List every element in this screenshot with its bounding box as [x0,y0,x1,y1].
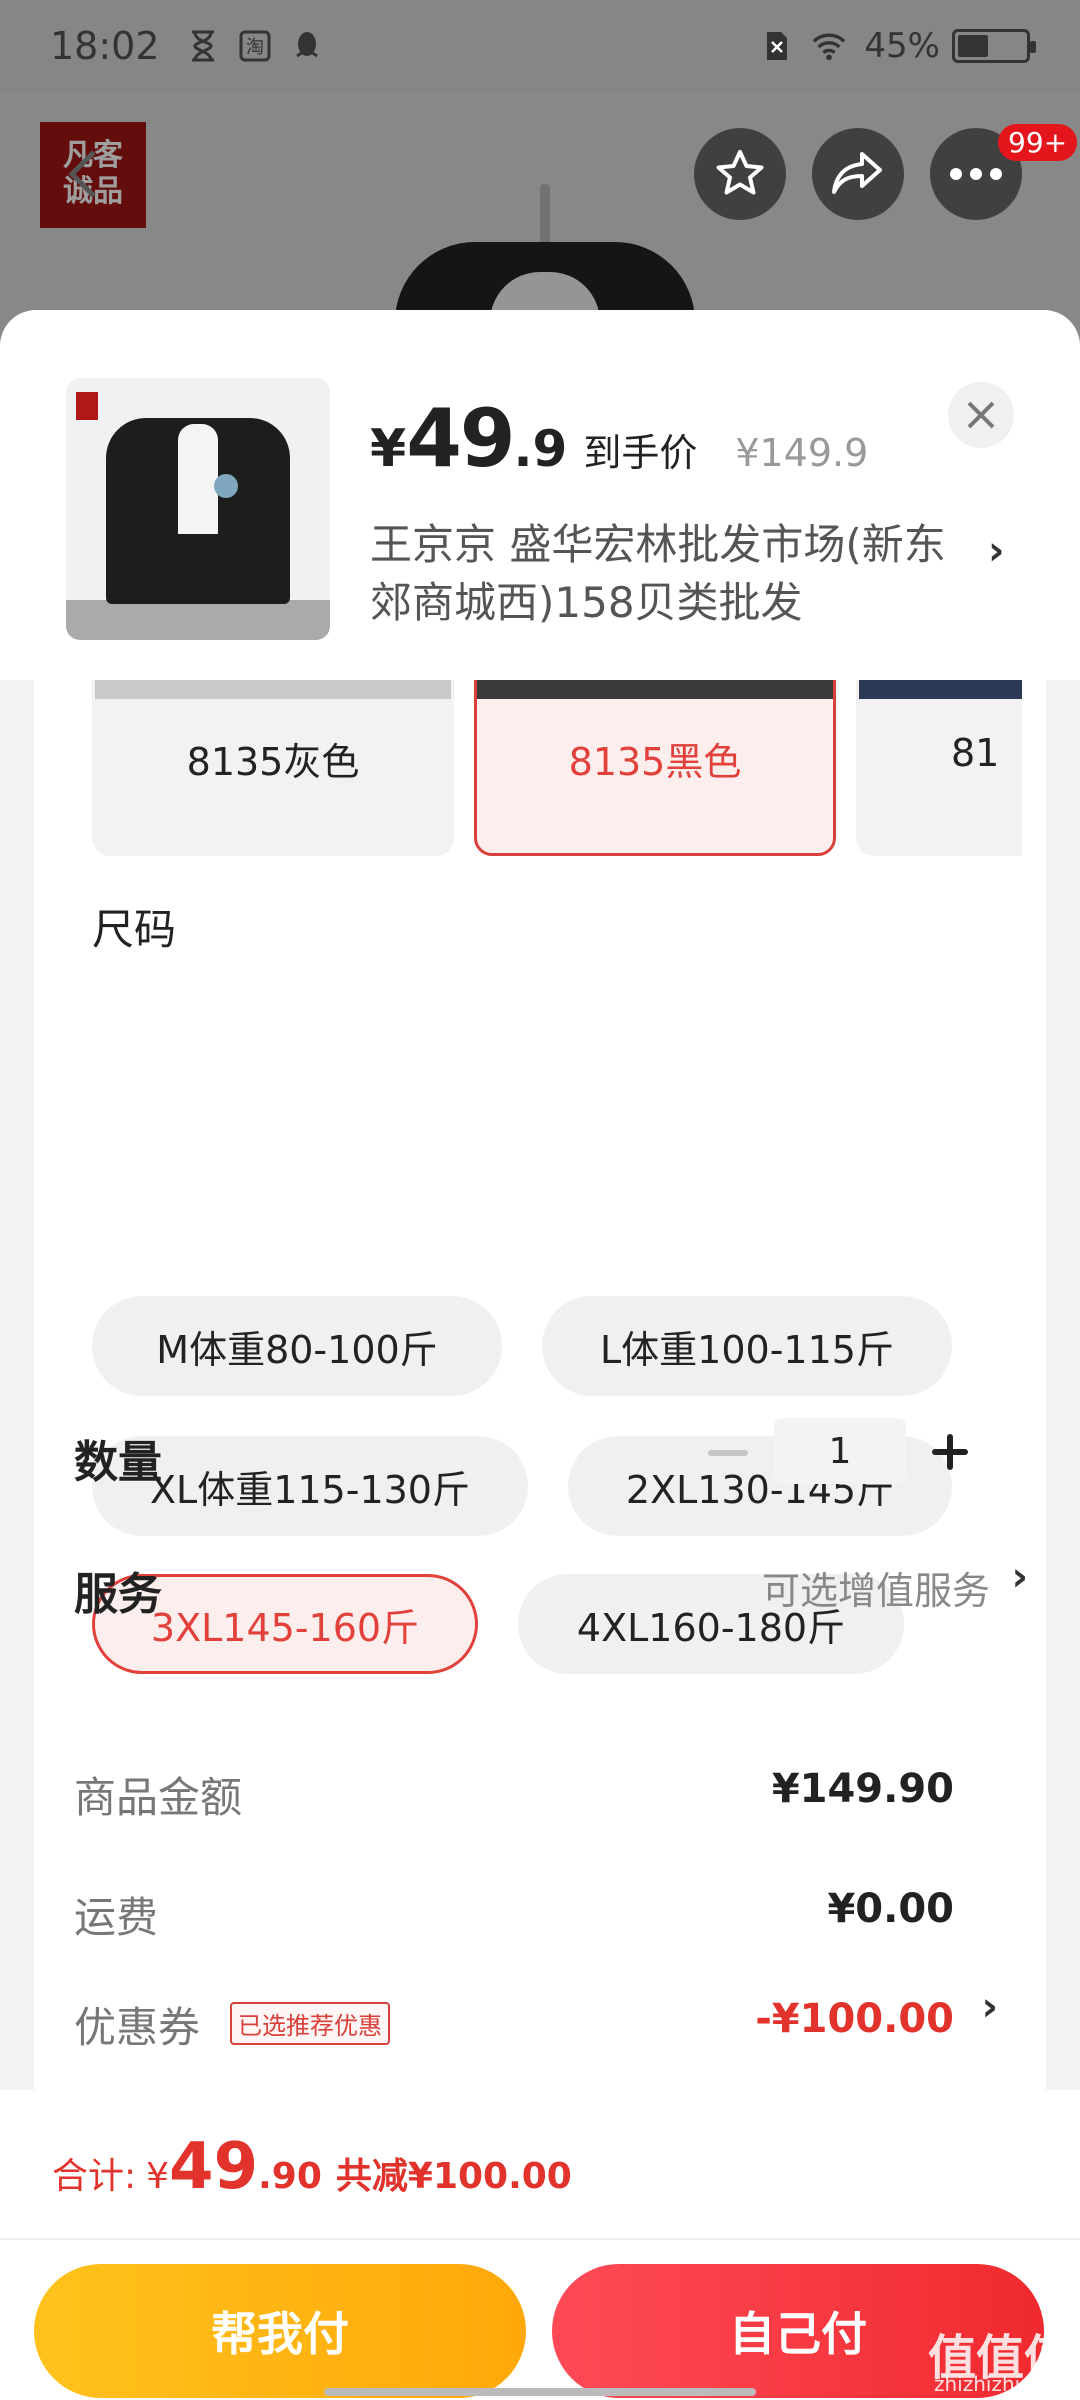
battery-percent: 45% [864,26,940,66]
back-icon [68,150,96,198]
battery-icon [952,29,1036,63]
quantity-increase-button[interactable] [932,1432,972,1472]
quantity-input[interactable]: 1 [774,1418,906,1484]
checkout-bar: 合计: ¥ 49 .90 共减¥100.00 帮我付 自己付 [0,2090,1080,2400]
favorite-button[interactable] [694,128,786,220]
battery-level [958,35,988,57]
price-symbol: ¥ [370,419,407,479]
price-summary-card: 商品金额 ¥149.90 运费 ¥0.00 优惠券 已选推荐优惠 -¥100.0… [34,1694,1046,2114]
chevron-right-icon[interactable]: › [982,1984,998,2030]
size-option[interactable]: M体重80-100斤 [92,1296,502,1396]
wifi-icon [812,29,846,63]
status-time: 18:02 [50,24,160,68]
star-icon [716,150,764,195]
goods-amount-label: 商品金额 [74,1773,243,1822]
quantity-decrease-button[interactable] [708,1450,748,1456]
color-option-label: 81 [951,731,1000,775]
final-price-tag: 到手价 [583,431,698,475]
total-decimal: .90 [258,2156,322,2197]
price-row: ¥ 49 .9 到手价 ¥149.9 [370,392,868,485]
size-section-title: 尺码 [92,905,177,954]
shipping-value: ¥0.00 [827,1886,954,1932]
logo-patch [214,474,238,498]
sim-icon [760,29,794,63]
watermark-url: zhizhizhi.com [934,2372,1070,2396]
sheet-header: ¥ 49 .9 到手价 ¥149.9 王京京 盛华宏林批发市场(新东郊商城西)1… [0,310,1080,680]
total-discount: 共减¥100.00 [335,2156,572,2197]
brand-logo [76,392,98,420]
coupon-recommended-tag: 已选推荐优惠 [230,2002,390,2045]
share-icon [832,152,882,194]
chevron-right-icon[interactable]: › [1012,1554,1028,1600]
chevron-right-icon[interactable]: › [988,528,1004,574]
divider [0,2238,1080,2240]
close-icon [967,401,995,429]
taobao-icon: 淘 [238,29,272,63]
hourglass-icon [186,29,220,63]
coupon-label: 优惠券 [74,2003,201,2052]
price-integer: 49 [406,392,515,485]
sku-selection-sheet: 8135灰色 8135黑色 81 尺码 M体重80-100斤 L体重100-11… [0,310,1080,2400]
quantity-label: 数量 [74,1437,162,1488]
product-thumbnail [66,378,330,640]
shipping-label: 运费 [74,1893,159,1942]
size-option[interactable]: L体重100-115斤 [542,1296,952,1396]
status-bar: 18:02 淘 45% [0,0,1080,92]
share-button[interactable] [812,128,904,220]
shipping-address[interactable]: 王京京 盛华宏林批发市场(新东郊商城西)158贝类批发 [370,516,970,632]
total-label: 合计: [52,2156,137,2197]
goods-amount-value: ¥149.90 [771,1766,954,1812]
more-icon [950,168,1002,180]
color-option-label: 8135灰色 [186,740,360,784]
back-button[interactable] [38,128,130,220]
home-indicator[interactable] [324,2388,756,2396]
color-option-label: 8135黑色 [568,740,742,784]
qq-icon [290,29,324,63]
notification-badge: 99+ [998,124,1078,161]
coupon-value[interactable]: -¥100.00 [755,1996,954,2042]
service-label: 服务 [74,1569,162,1620]
service-value[interactable]: 可选增值服务 [762,1560,990,1615]
price-decimal: .9 [513,420,568,478]
help-pay-button[interactable]: 帮我付 [34,2264,526,2398]
svg-text:淘: 淘 [246,37,264,58]
total-symbol: ¥ [146,2156,170,2197]
total-integer: 49 [169,2130,259,2204]
original-price: ¥149.9 [735,431,869,475]
total-row: 合计: ¥ 49 .90 共减¥100.00 [52,2130,572,2204]
close-button[interactable] [948,382,1014,448]
